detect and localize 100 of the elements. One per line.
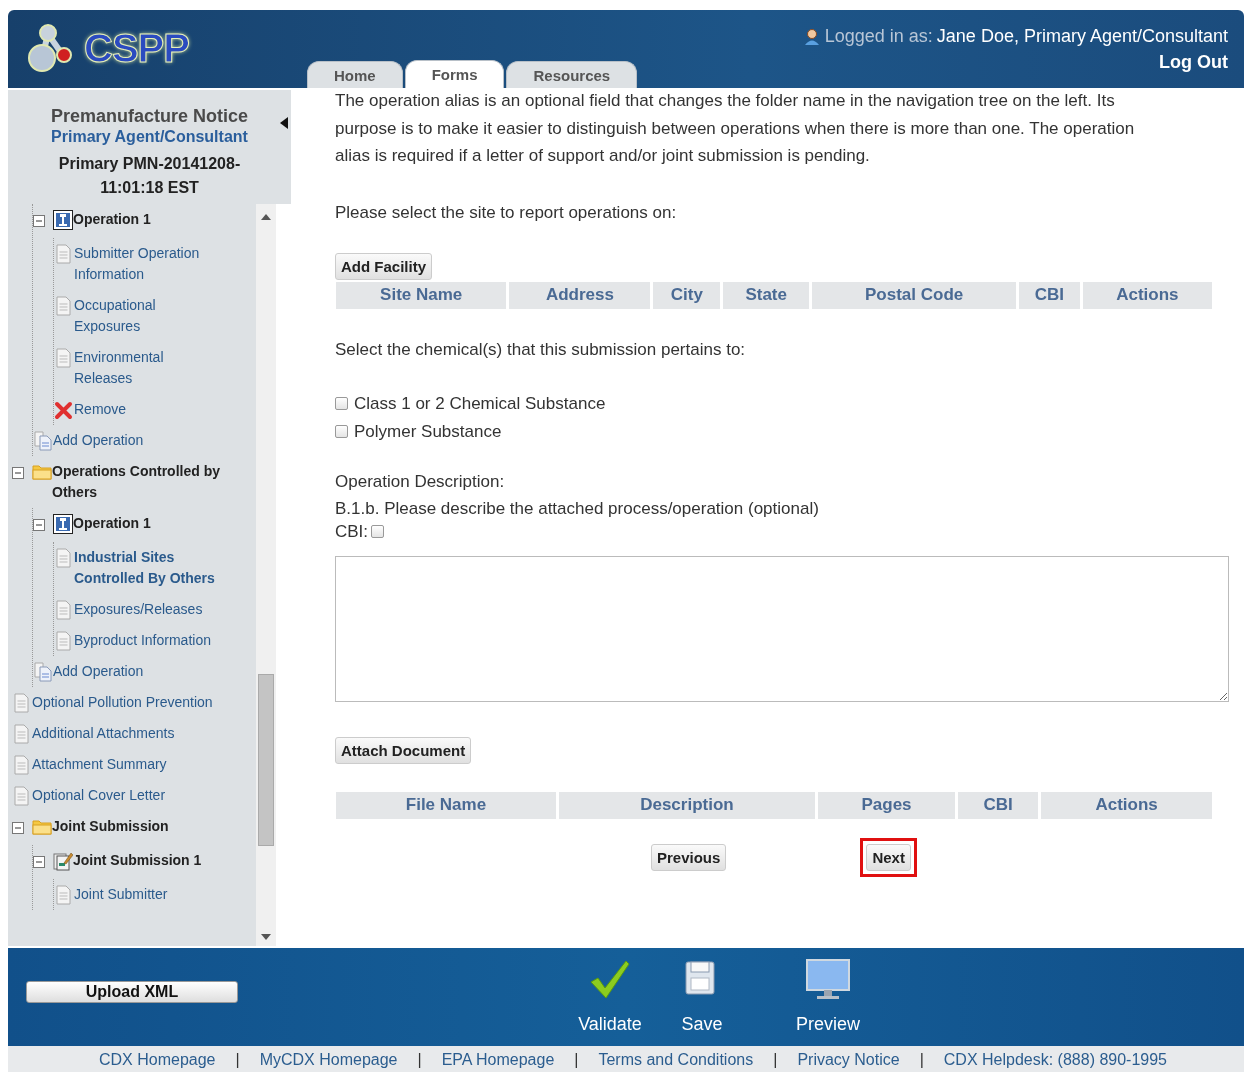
separator: | (417, 1051, 422, 1069)
add-document-icon (33, 662, 53, 682)
add-document-icon (33, 431, 53, 451)
footer-link[interactable]: CDX Helpdesk: (888) 890-1995 (943, 1051, 1167, 1069)
document-stack-icon (53, 851, 73, 871)
scroll-down-icon[interactable] (260, 932, 272, 942)
chemical-prompt: Select the chemical(s) that this submission pertains to: (335, 339, 747, 360)
checkbox-label: Class 1 or 2 Chemical Substance (354, 393, 606, 414)
collapse-icon[interactable] (12, 822, 24, 834)
checkbox[interactable] (335, 397, 348, 410)
document-icon (54, 548, 74, 568)
logout-link[interactable]: Log Out (1159, 52, 1228, 73)
footer-link[interactable]: Terms and Conditions (598, 1051, 754, 1069)
user-name: Jane Doe, Primary Agent/Consultant (936, 26, 1228, 47)
tree-item[interactable]: Attachment Summary (32, 754, 181, 775)
document-icon (54, 885, 74, 905)
separator: | (773, 1051, 778, 1069)
column-header: File Name (336, 791, 556, 819)
separator: | (919, 1051, 924, 1069)
tree-item[interactable]: Joint Submission (52, 816, 183, 837)
nav-tab[interactable]: Forms (404, 60, 505, 88)
scroll-up-icon[interactable] (260, 212, 272, 222)
upload-xml-button[interactable]: Upload XML (26, 981, 238, 1003)
toolbar-button[interactable]: Validate (578, 1014, 642, 1035)
footer-link[interactable]: MyCDX Homepage (259, 1051, 398, 1069)
section-label: Operation Description: (335, 471, 506, 492)
column-header: Description (558, 791, 815, 819)
tree-item[interactable]: Operation 1 (73, 513, 165, 534)
document-icon (54, 600, 74, 620)
tree-item[interactable]: Byproduct Information (74, 630, 225, 651)
panel-subtitle: Primary Agent/Consultant (51, 128, 248, 146)
scrollbar-thumb[interactable] (258, 674, 274, 846)
nav-tab[interactable]: Home (306, 61, 403, 88)
column-header: CBI (1019, 281, 1080, 309)
checkbox[interactable] (335, 425, 348, 438)
toolbar-button[interactable]: Preview (796, 1014, 860, 1035)
document-icon (54, 631, 74, 651)
nav-button[interactable]: Next (866, 843, 911, 871)
question-text: B.1.b. Please describe the attached process/operation (optional) (335, 498, 820, 519)
tree-item[interactable]: Remove (74, 399, 141, 420)
tree-item[interactable]: Occupational Exposures (74, 295, 234, 337)
tree-item[interactable]: Add Operation (53, 661, 158, 682)
tree-item[interactable]: Industrial Sites Controlled By Others (74, 547, 234, 589)
document-icon (54, 296, 74, 316)
footer-link[interactable]: EPA Homepage (441, 1051, 555, 1069)
collapse-arrow-icon[interactable] (279, 116, 289, 130)
tree-item[interactable]: Optional Pollution Prevention (32, 692, 227, 713)
separator: | (574, 1051, 579, 1069)
column-header: Postal Code (812, 281, 1016, 309)
column-header: Site Name (336, 281, 507, 309)
column-header: Actions (1041, 791, 1212, 819)
checkbox-label: Polymer Substance (354, 421, 502, 442)
collapse-icon[interactable] (33, 215, 45, 227)
logo-text: CSPP (84, 25, 189, 71)
tree-item[interactable]: Operation 1 (73, 209, 165, 230)
checkbox[interactable] (371, 525, 385, 538)
tree-item[interactable]: Additional Attachments (32, 723, 189, 744)
footer-link[interactable]: Privacy Notice (797, 1051, 900, 1069)
tree-item[interactable]: Optional Cover Letter (32, 785, 180, 806)
folder-icon (32, 817, 52, 837)
intro-paragraph: The operation alias is an optional field that changes the folder name in the navigation tree on the left. Its purpose is to make it easier to distinguish between operations when there is more than one. The operation alias is required if a letter of support and/or joint submission is pending. (335, 90, 1136, 167)
tree-item[interactable]: Submitter Operation Information (74, 243, 234, 285)
collapse-icon[interactable] (33, 856, 45, 868)
nav-button[interactable]: Previous (651, 843, 727, 871)
footer-link[interactable]: CDX Homepage (99, 1051, 216, 1069)
cbi-label: CBI: (335, 521, 369, 542)
site-prompt: Please select the site to report operations on: (335, 202, 678, 223)
remove-icon (54, 400, 74, 420)
column-header: CBI (958, 791, 1039, 819)
separator: | (235, 1051, 240, 1069)
folder-icon (32, 462, 52, 482)
column-header: Address (509, 281, 651, 309)
tree-item[interactable]: Exposures/Releases (74, 599, 217, 620)
collapse-icon[interactable] (12, 467, 24, 479)
tree-item[interactable]: Joint Submission 1 (73, 850, 216, 871)
submission-id: Primary PMN-20141208-11:01:18 EST (57, 154, 242, 198)
document-icon (12, 724, 32, 744)
column-header: Actions (1082, 281, 1212, 309)
toolbar-button[interactable]: Save (681, 1014, 723, 1035)
document-icon (12, 693, 32, 713)
nav-tab[interactable]: Resources (506, 61, 638, 88)
document-icon (54, 348, 74, 368)
document-icon (12, 755, 32, 775)
tree-item[interactable]: Joint Submitter (74, 884, 182, 905)
column-header: Pages (817, 791, 956, 819)
document-icon (54, 244, 74, 264)
add-facility-button[interactable]: Add Facility (335, 252, 432, 280)
login-label: Logged in as: (824, 26, 933, 47)
tree-item[interactable]: Environmental Releases (74, 347, 234, 389)
user-icon (802, 27, 821, 46)
attach-document-button[interactable]: Attach Document (335, 736, 472, 764)
document-icon (12, 786, 32, 806)
column-header: City (653, 281, 721, 309)
panel-title: Premanufacture Notice (50, 106, 249, 127)
tree-item[interactable]: Add Operation (53, 430, 158, 451)
monitor-icon (806, 958, 850, 1002)
column-header: State (723, 281, 810, 309)
tree-item[interactable]: Operations Controlled by Others (52, 461, 234, 503)
collapse-icon[interactable] (33, 519, 45, 531)
description-field[interactable] (335, 555, 1229, 702)
